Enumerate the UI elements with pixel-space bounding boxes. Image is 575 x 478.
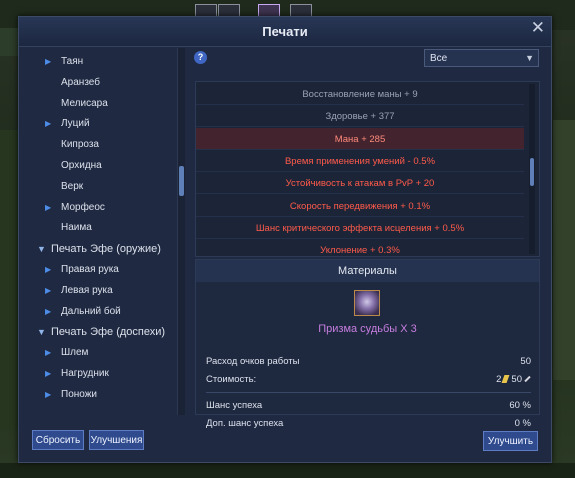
cost-value: 2 50 (496, 374, 531, 385)
seal-tree: ▶ Таян Аранзеб Мелисара ▶ Луций Кипроза Орхидна… (31, 47, 181, 417)
tree-item-label: Мелисара (61, 97, 108, 109)
help-icon[interactable]: ? (194, 51, 207, 64)
tree-item[interactable]: ▶ Шлем (31, 343, 181, 363)
tree-item-label: Наима (61, 222, 92, 234)
tree-item[interactable]: Верк (31, 177, 181, 197)
extra-success-row: Доп. шанс успеха 0 % (206, 416, 531, 432)
materials-header: Материалы (196, 260, 539, 282)
success-value: 60 % (509, 400, 531, 411)
filter-dropdown[interactable]: Все ▼ (424, 49, 539, 67)
stat-text: Восстановление маны + 9 (302, 89, 418, 100)
stat-text: Мана + 285 (334, 133, 386, 145)
tree-item[interactable]: Аранзеб (31, 73, 181, 93)
chevron-down-icon: ▼ (525, 53, 534, 63)
tree-item[interactable]: Наима (31, 218, 181, 238)
tree-item-label: Поножи (61, 388, 97, 400)
expand-triangle-icon: ▼ (37, 327, 46, 338)
tree-item[interactable]: Кипроза (31, 135, 181, 155)
arrow-right-icon: ▶ (45, 265, 52, 274)
stat-row[interactable]: Мана + 285 (196, 127, 524, 150)
extra-success-value: 0 % (514, 418, 531, 429)
stat-row[interactable]: Восстановление маны + 9 (196, 83, 524, 105)
cost-row: Стоимость: 2 50 (206, 372, 531, 388)
extra-success-label: Доп. шанс успеха (206, 418, 284, 429)
work-points-label: Расход очков работы (206, 356, 300, 367)
tree-scroll-thumb[interactable] (179, 166, 184, 196)
prism-item-icon[interactable] (354, 290, 380, 316)
stat-text: Здоровье + 377 (325, 111, 395, 123)
divider (206, 392, 531, 393)
work-points-row: Расход очков работы 50 (206, 354, 531, 370)
seals-window: Печати ✕ ▶ Таян Аранзеб Мелисара ▶ Луций Кипро… (18, 16, 552, 463)
filter-value: Все (430, 53, 448, 64)
stat-text: Скорость передвижения + 0.1% (289, 200, 431, 212)
stat-text: Шанс критического эффекта исцеления + 0.… (255, 222, 465, 234)
tree-item[interactable]: Орхидна (31, 156, 181, 176)
gold-amount: 2 (496, 374, 502, 385)
arrow-right-icon: ▶ (45, 389, 52, 399)
tree-item-label: Дальний бой (61, 305, 121, 317)
arrow-right-icon: ▶ (45, 202, 52, 212)
tree-item[interactable]: ▶ Нагрудник (31, 364, 181, 384)
tree-item[interactable]: ▶ Левая рука (31, 281, 181, 301)
arrow-right-icon: ▶ (45, 119, 52, 129)
arrow-right-icon: ▶ (45, 57, 52, 66)
tree-item-label: Шлем (61, 347, 89, 359)
tree-item-label: Печать Эфе (доспехи) (51, 326, 166, 339)
stat-row[interactable]: Уклонение + 0.3% (196, 239, 524, 257)
tree-item[interactable]: ▶ Дальний бой (31, 302, 181, 322)
success-row: Шанс успеха 60 % (206, 398, 531, 414)
tree-item[interactable]: Мелисара (31, 94, 181, 114)
tree-item[interactable]: ▶ Морфеос (31, 198, 181, 218)
arrow-right-icon: ▶ (45, 369, 52, 378)
tree-item-label: Аранзеб (61, 76, 100, 88)
tree-item[interactable]: ▶ Луций (31, 114, 181, 134)
tree-item-label: Печать Эфе (оружие) (51, 243, 161, 256)
tree-item-label: Верк (61, 180, 84, 192)
tree-category[interactable]: ▼ Печать Эфе (оружие) (31, 239, 181, 259)
tree-item-label: Правая рука (61, 264, 119, 275)
tree-item[interactable]: ▶ Поножи (31, 385, 181, 405)
arrow-right-icon: ▶ (45, 306, 52, 316)
stat-row[interactable]: Устойчивость к атакам в PvP + 20 (196, 172, 524, 195)
tree-item[interactable]: ▶ Таян (31, 52, 181, 72)
tree-item-label: Орхидна (61, 160, 102, 171)
stat-row[interactable]: Время применения умений - 0.5% (196, 150, 524, 172)
gold-coin-icon (501, 375, 510, 383)
stat-row[interactable]: Скорость передвижения + 0.1% (196, 195, 524, 217)
close-icon[interactable]: ✕ (531, 18, 545, 38)
reset-button[interactable]: Сбросить (32, 430, 84, 450)
tree-item-label: Кипроза (61, 139, 99, 151)
upgrade-button[interactable]: Улучшить (483, 431, 538, 451)
tree-scrollbar[interactable] (177, 48, 185, 415)
stat-row[interactable]: Шанс критического эффекта исцеления + 0.… (196, 217, 524, 239)
stats-scrollbar[interactable] (529, 84, 535, 254)
title-bar[interactable]: Печати ✕ (19, 17, 551, 47)
tree-item-label: Луций (61, 118, 90, 130)
tree-item[interactable]: ▶ Правая рука (31, 260, 181, 280)
stat-row[interactable]: Здоровье + 377 (196, 105, 524, 128)
labor-amount: 50 (511, 374, 522, 385)
materials-panel: Материалы Призма судьбы X 3 Расход очков… (195, 259, 540, 429)
stat-text: Уклонение + 0.3% (320, 245, 400, 257)
labor-pen-icon (524, 375, 531, 383)
arrow-right-icon: ▶ (45, 348, 52, 358)
work-points-value: 50 (520, 356, 531, 367)
cost-label: Стоимость: (206, 374, 257, 385)
window-title: Печати (262, 24, 308, 39)
tree-item-label: Таян (61, 56, 84, 67)
success-label: Шанс успеха (206, 400, 263, 411)
upgrades-button[interactable]: Улучшения (89, 430, 144, 450)
stats-scroll-thumb[interactable] (530, 158, 534, 186)
tree-item-label: Левая рука (61, 284, 113, 296)
expand-triangle-icon: ▼ (37, 244, 46, 255)
tree-item-label: Морфеос (61, 201, 105, 213)
stat-text: Устойчивость к атакам в PvP + 20 (285, 178, 435, 190)
stats-list: Восстановление маны + 9 Здоровье + 377 Ман… (195, 81, 540, 257)
stat-text: Время применения умений - 0.5% (284, 155, 436, 167)
tree-item-label: Нагрудник (61, 368, 109, 379)
material-name: Призма судьбы X 3 (318, 323, 417, 335)
arrow-right-icon: ▶ (45, 285, 52, 295)
tree-category[interactable]: ▼ Печать Эфе (доспехи) (31, 322, 181, 342)
